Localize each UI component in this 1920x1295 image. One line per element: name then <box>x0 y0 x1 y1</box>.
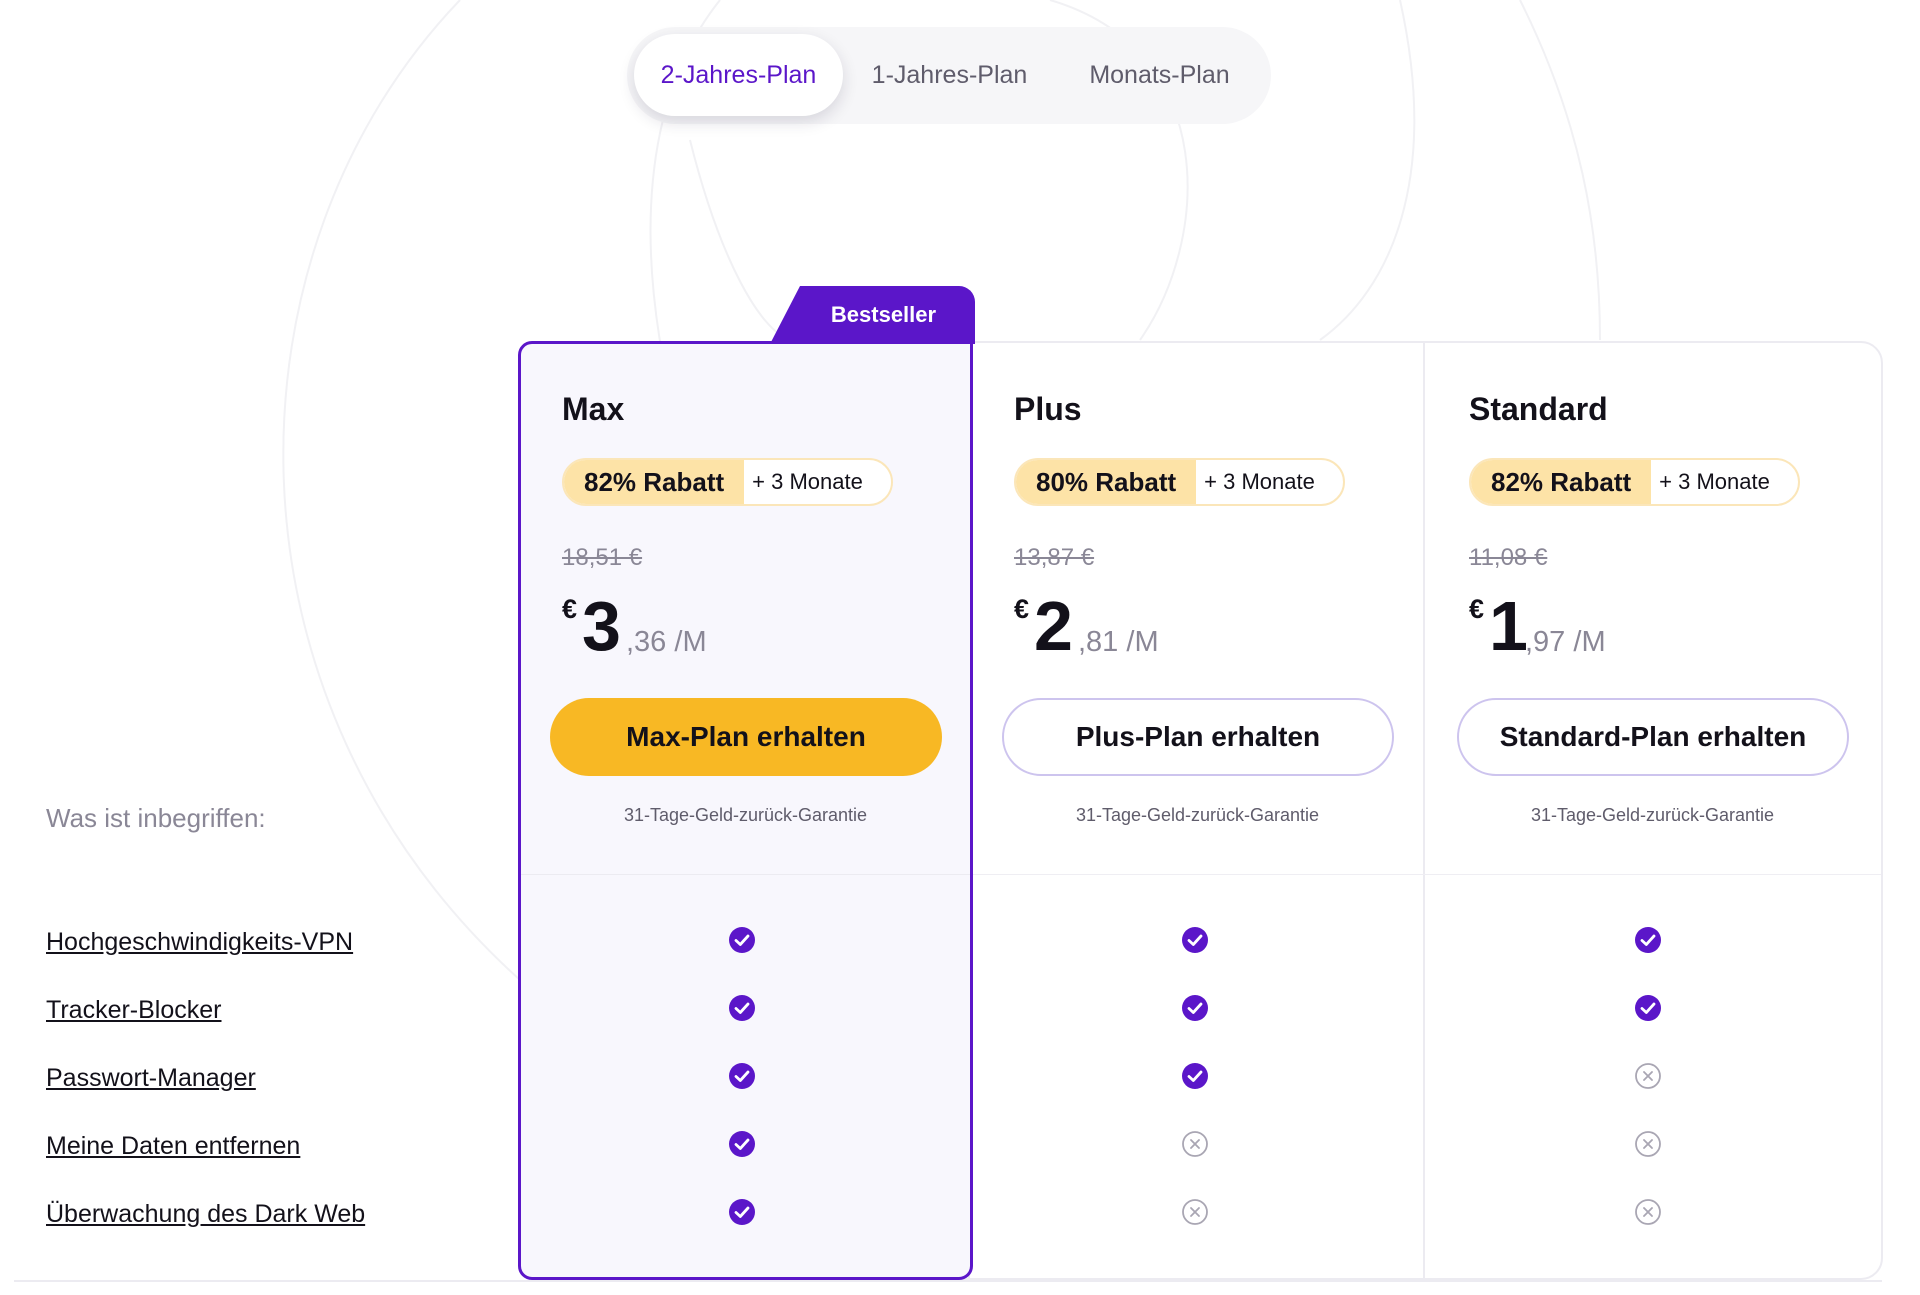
check-circle-icon <box>728 1130 756 1158</box>
plan-name: Max <box>562 391 625 427</box>
feature-link-vpn[interactable]: Hochgeschwindigkeits-VPN <box>46 928 353 957</box>
price-main: 1 <box>1489 587 1528 665</box>
bonus-label: + 3 Monate <box>752 469 863 494</box>
guarantee-text: 31-Tage-Geld-zurück-Garantie <box>1075 805 1320 825</box>
bottom-divider <box>14 1280 1882 1282</box>
x-circle-icon <box>1181 1198 1209 1226</box>
price-main: 2 <box>1034 587 1073 665</box>
plan-standard: Standard 82% Rabatt + 3 Monate 11,08 € €… <box>1425 341 1880 881</box>
bonus-label: + 3 Monate <box>1659 469 1770 494</box>
feature-link-dark-web-monitoring[interactable]: Überwachung des Dark Web <box>46 1200 365 1229</box>
x-circle-icon <box>1634 1130 1662 1158</box>
discount-badge: 82% Rabatt + 3 Monate <box>1469 458 1800 506</box>
discount-label: 82% Rabatt <box>1471 460 1652 504</box>
discount-badge: 80% Rabatt + 3 Monate <box>1014 458 1345 506</box>
feature-link-password-manager[interactable]: Passwort-Manager <box>46 1064 256 1093</box>
check-circle-icon <box>1634 994 1662 1022</box>
discount-label: 80% Rabatt <box>1016 460 1197 504</box>
toggle-monthly-plan[interactable]: Monats-Plan <box>1057 34 1262 116</box>
discount-label: 82% Rabatt <box>564 460 745 504</box>
check-circle-icon <box>728 994 756 1022</box>
billing-period-toggle: 2-Jahres-Plan 1-Jahres-Plan Monats-Plan <box>627 27 1271 124</box>
check-circle-icon <box>728 1198 756 1226</box>
toggle-1-year-plan[interactable]: 1-Jahres-Plan <box>847 34 1052 116</box>
plan-max: Max 82% Rabatt + 3 Monate 18,51 € € 3 ,3… <box>518 341 973 881</box>
check-circle-icon <box>728 1062 756 1090</box>
max-plan-button[interactable]: Max-Plan erhalten <box>550 698 942 776</box>
check-circle-icon <box>728 926 756 954</box>
price-cents: ,97 /M <box>1525 626 1606 658</box>
check-circle-icon <box>1181 926 1209 954</box>
discount-badge: 82% Rabatt + 3 Monate <box>562 458 893 506</box>
standard-plan-button[interactable]: Standard-Plan erhalten <box>1457 698 1849 776</box>
check-circle-icon <box>1634 926 1662 954</box>
check-circle-icon <box>1181 994 1209 1022</box>
x-circle-icon <box>1181 1130 1209 1158</box>
price-main: 3 <box>582 587 621 665</box>
plan-plus: Plus 80% Rabatt + 3 Monate 13,87 € € 2 ,… <box>970 341 1425 881</box>
old-price: 11,08 € <box>1469 544 1548 571</box>
feature-link-tracker-blocker[interactable]: Tracker-Blocker <box>46 996 222 1025</box>
feature-link-remove-my-data[interactable]: Meine Daten entfernen <box>46 1132 300 1161</box>
plan-name: Standard <box>1469 391 1608 427</box>
guarantee-text: 31-Tage-Geld-zurück-Garantie <box>1530 805 1775 825</box>
old-price: 13,87 € <box>1014 544 1095 571</box>
toggle-2-year-plan[interactable]: 2-Jahres-Plan <box>634 34 843 116</box>
old-price: 18,51 € <box>562 544 643 571</box>
x-circle-icon <box>1634 1198 1662 1226</box>
x-circle-icon <box>1634 1062 1662 1090</box>
plus-plan-button[interactable]: Plus-Plan erhalten <box>1002 698 1394 776</box>
plan-name: Plus <box>1014 391 1082 427</box>
price-currency: € <box>1014 594 1030 624</box>
price-cents: ,81 /M <box>1078 626 1159 658</box>
price-cents: ,36 /M <box>626 626 707 658</box>
price-currency: € <box>1469 594 1485 624</box>
bonus-label: + 3 Monate <box>1204 469 1315 494</box>
included-heading: Was ist inbegriffen: <box>46 803 266 833</box>
check-circle-icon <box>1181 1062 1209 1090</box>
price-currency: € <box>562 594 578 624</box>
bestseller-tag: Bestseller <box>770 286 975 344</box>
guarantee-text: 31-Tage-Geld-zurück-Garantie <box>623 805 868 825</box>
